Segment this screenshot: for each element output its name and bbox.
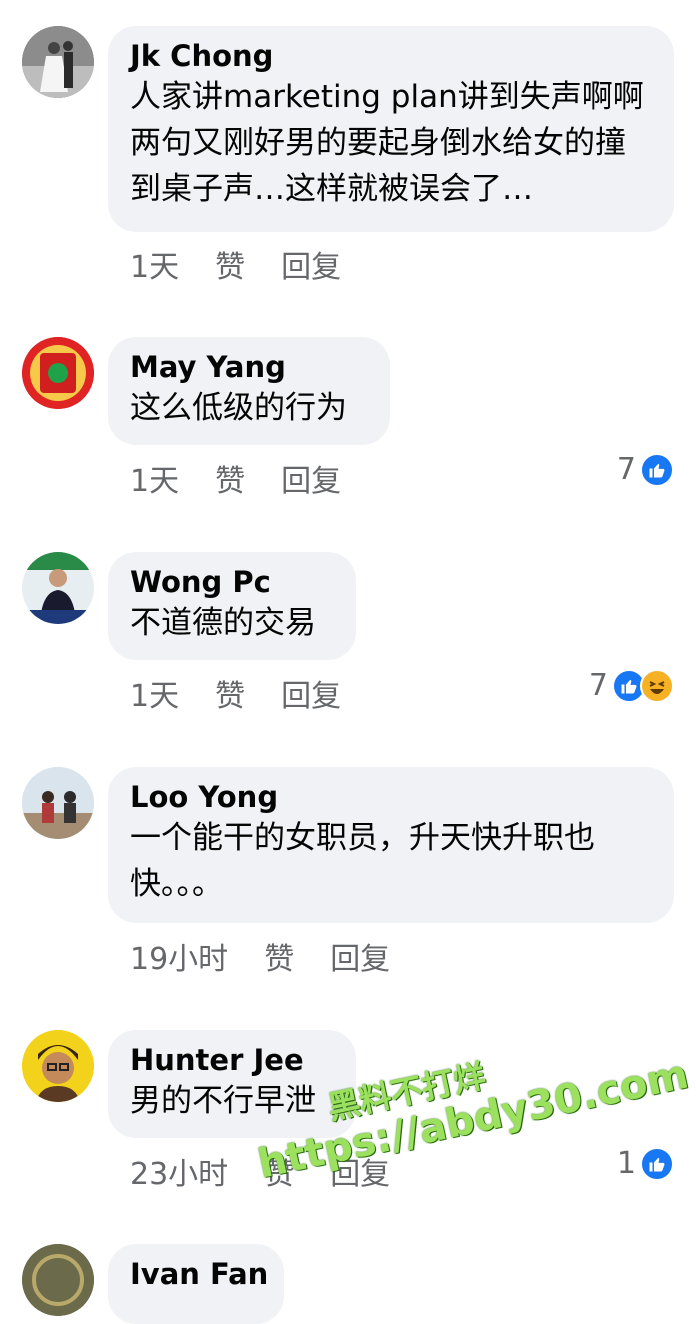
comment-text: 一个能干的女职员，升天快升职也快。。。 <box>130 820 595 902</box>
avatar[interactable] <box>22 337 94 409</box>
like-button[interactable]: 赞 <box>264 1149 294 1193</box>
reaction-count: 7 <box>588 668 608 703</box>
comment-actions: 1天 赞 回复 <box>130 242 341 286</box>
comment-bubble: Hunter Jee 男的不行早泄 <box>108 1030 356 1138</box>
commenter-name[interactable]: Loo Yong <box>130 779 652 815</box>
reply-button[interactable]: 回复 <box>330 934 390 978</box>
avatar-couple-photo-icon <box>22 767 94 839</box>
comment-bubble: Jk Chong 人家讲marketing plan讲到失声啊啊两句又刚好男的要… <box>108 26 674 232</box>
avatar[interactable] <box>22 26 94 98</box>
avatar[interactable] <box>22 1030 94 1102</box>
reply-button[interactable]: 回复 <box>281 242 341 286</box>
comment-actions: 1天 赞 回复 <box>130 671 341 715</box>
like-button[interactable]: 赞 <box>215 242 245 286</box>
commenter-name[interactable]: May Yang <box>130 349 368 385</box>
reaction-summary[interactable]: 7 <box>617 452 674 487</box>
reaction-summary[interactable]: 7 <box>589 668 674 703</box>
commenter-name[interactable]: Ivan Fan <box>130 1256 268 1292</box>
avatar[interactable] <box>22 552 94 624</box>
watermark-title: 黑料不打烊 <box>324 1056 489 1128</box>
like-button[interactable]: 赞 <box>264 934 294 978</box>
comment-actions: 19小时 赞 回复 <box>130 934 390 978</box>
avatar-cartoon-face-icon <box>22 1030 94 1102</box>
avatar-wedding-photo-icon <box>22 26 94 98</box>
commenter-name[interactable]: Wong Pc <box>130 564 334 600</box>
comment-actions: 1天 赞 回复 <box>130 456 341 500</box>
haha-reaction-icon <box>640 668 674 703</box>
comment-bubble: May Yang 这么低级的行为 <box>108 337 390 445</box>
reply-button[interactable]: 回复 <box>330 1149 390 1193</box>
comment-actions: 23小时 赞 回复 <box>130 1149 390 1193</box>
like-reaction-icon <box>640 452 674 487</box>
avatar[interactable] <box>22 767 94 839</box>
comment-text: 男的不行早泄 <box>130 1083 316 1119</box>
comment-time[interactable]: 23小时 <box>130 1149 228 1193</box>
comment-bubble: Loo Yong 一个能干的女职员，升天快升职也快。。。 <box>108 767 674 923</box>
avatar-pattern-icon <box>22 1244 94 1316</box>
like-button[interactable]: 赞 <box>215 456 245 500</box>
comment-text: 这么低级的行为 <box>130 390 347 426</box>
comment-bubble: Ivan Fan <box>108 1244 284 1324</box>
avatar-lucky-charm-icon <box>22 337 94 409</box>
avatar-person-photo-icon <box>22 552 94 624</box>
comment-time[interactable]: 1天 <box>130 671 179 715</box>
comment-time[interactable]: 1天 <box>130 456 179 500</box>
comment-text: 不道德的交易 <box>130 605 316 641</box>
reaction-count: 7 <box>616 452 636 487</box>
commenter-name[interactable]: Jk Chong <box>130 38 652 74</box>
comment-text: 人家讲marketing plan讲到失声啊啊两句又刚好男的要起身倒水给女的撞到… <box>130 79 644 207</box>
reply-button[interactable]: 回复 <box>281 671 341 715</box>
like-button[interactable]: 赞 <box>215 671 245 715</box>
like-reaction-icon <box>640 1146 674 1181</box>
reaction-count: 1 <box>616 1146 636 1181</box>
reply-button[interactable]: 回复 <box>281 456 341 500</box>
comment-bubble: Wong Pc 不道德的交易 <box>108 552 356 660</box>
comment-time[interactable]: 19小时 <box>130 934 228 978</box>
commenter-name[interactable]: Hunter Jee <box>130 1042 334 1078</box>
comment-time[interactable]: 1天 <box>130 242 179 286</box>
avatar[interactable] <box>22 1244 94 1316</box>
reaction-summary[interactable]: 1 <box>617 1146 674 1181</box>
